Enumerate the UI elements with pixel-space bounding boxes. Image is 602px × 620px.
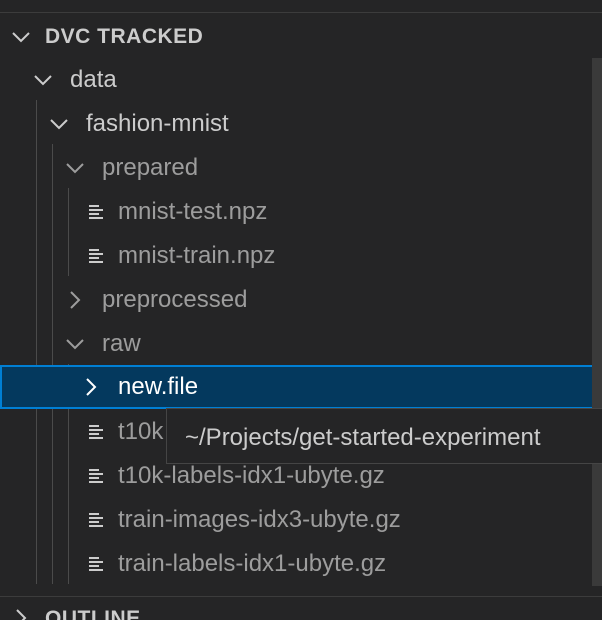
top-divider — [0, 12, 602, 13]
chevron-down-icon — [50, 119, 68, 130]
tree-item-fashion-mnist[interactable]: fashion-mnist — [0, 102, 602, 146]
file-lines-icon — [89, 513, 103, 527]
section-header-outline[interactable]: OUTLINE — [0, 597, 602, 620]
tree-item-train-labels[interactable]: train-labels-idx1-ubyte.gz — [0, 542, 602, 586]
section-header-dvc-tracked[interactable]: DVC TRACKED — [0, 14, 602, 58]
chevron-down-icon — [34, 75, 52, 86]
tree-item-prepared[interactable]: prepared — [0, 146, 602, 190]
tree-item-mnist-test[interactable]: mnist-test.npz — [0, 190, 602, 234]
tree-item-label: t10k-labels-idx1-ubyte.gz — [118, 462, 385, 489]
outline-title: OUTLINE — [45, 607, 141, 620]
file-lines-icon — [89, 425, 103, 439]
chevron-down-icon — [66, 339, 84, 350]
tree-item-label: mnist-test.npz — [118, 198, 268, 225]
dvc-tracked-panel: DVC TRACKED data fashion-mnist prepared — [0, 0, 602, 620]
tree-item-label: data — [70, 66, 117, 93]
tree-item-label: raw — [102, 330, 141, 357]
tree-item-label: fashion-mnist — [86, 110, 229, 137]
tree-item-raw[interactable]: raw — [0, 322, 602, 366]
chevron-right-icon — [16, 609, 27, 620]
tree-item-label: prepared — [102, 154, 199, 181]
section-title: DVC TRACKED — [45, 25, 204, 48]
tree-item-label: t10k — [118, 418, 164, 445]
tree-item-preprocessed[interactable]: preprocessed — [0, 278, 602, 322]
chevron-down-icon — [66, 163, 84, 174]
tree-item-label: train-images-idx3-ubyte.gz — [118, 506, 401, 533]
file-lines-icon — [89, 557, 103, 571]
tree-item-label: preprocessed — [102, 286, 248, 313]
file-lines-icon — [89, 469, 103, 483]
file-lines-icon — [89, 249, 103, 263]
tree-item-label: new.file — [118, 373, 199, 400]
tree-item-mnist-train[interactable]: mnist-train.npz — [0, 234, 602, 278]
chevron-down-icon — [12, 32, 30, 43]
tree-item-data[interactable]: data — [0, 58, 602, 102]
chevron-right-icon — [70, 291, 81, 309]
chevron-right-icon — [86, 378, 97, 396]
path-tooltip: ~/Projects/get-started-experiment — [166, 408, 602, 464]
tooltip-text: ~/Projects/get-started-experiment — [185, 424, 541, 451]
tree-item-label: mnist-train.npz — [118, 242, 276, 269]
file-lines-icon — [89, 205, 103, 219]
tree-item-train-images[interactable]: train-images-idx3-ubyte.gz — [0, 498, 602, 542]
tree-item-label: train-labels-idx1-ubyte.gz — [118, 550, 387, 577]
vertical-scrollbar[interactable] — [592, 58, 602, 586]
tree-item-new-file[interactable]: new.file — [0, 365, 602, 409]
